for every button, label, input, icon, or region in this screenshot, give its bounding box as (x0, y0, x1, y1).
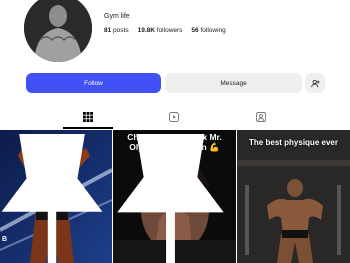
profile-stats: 81 posts 19.8K followers 56 following (104, 27, 226, 34)
grid-icon (83, 112, 93, 122)
message-button[interactable]: Message (165, 73, 302, 93)
post-caption: The best physique ever (249, 138, 338, 147)
profile-avatar[interactable] (24, 0, 92, 62)
pin-icon (117, 134, 224, 263)
follow-button[interactable]: Follow (26, 73, 161, 93)
post-thumbnail-1[interactable]: B (0, 130, 112, 263)
tab-reels[interactable] (164, 112, 184, 129)
suggested-users-button[interactable] (305, 73, 325, 93)
post-thumbnail-2[interactable]: Chris Bumstead: 6x Mr. Olympia Champion … (113, 130, 236, 263)
following-count[interactable]: 56 following (191, 27, 225, 34)
tagged-icon (256, 112, 266, 122)
reels-icon (169, 112, 179, 122)
followers-count[interactable]: 19.8K followers (138, 27, 183, 34)
post-thumbnail-3[interactable]: The best physique ever (237, 130, 350, 263)
profile-username: Gym life (104, 13, 130, 20)
posts-count: 81 posts (104, 27, 129, 34)
pin-icon (1, 134, 103, 263)
add-person-icon (310, 79, 320, 87)
active-tab-indicator (63, 127, 113, 129)
tab-tagged[interactable] (251, 112, 271, 129)
profile-tabs (0, 112, 350, 129)
